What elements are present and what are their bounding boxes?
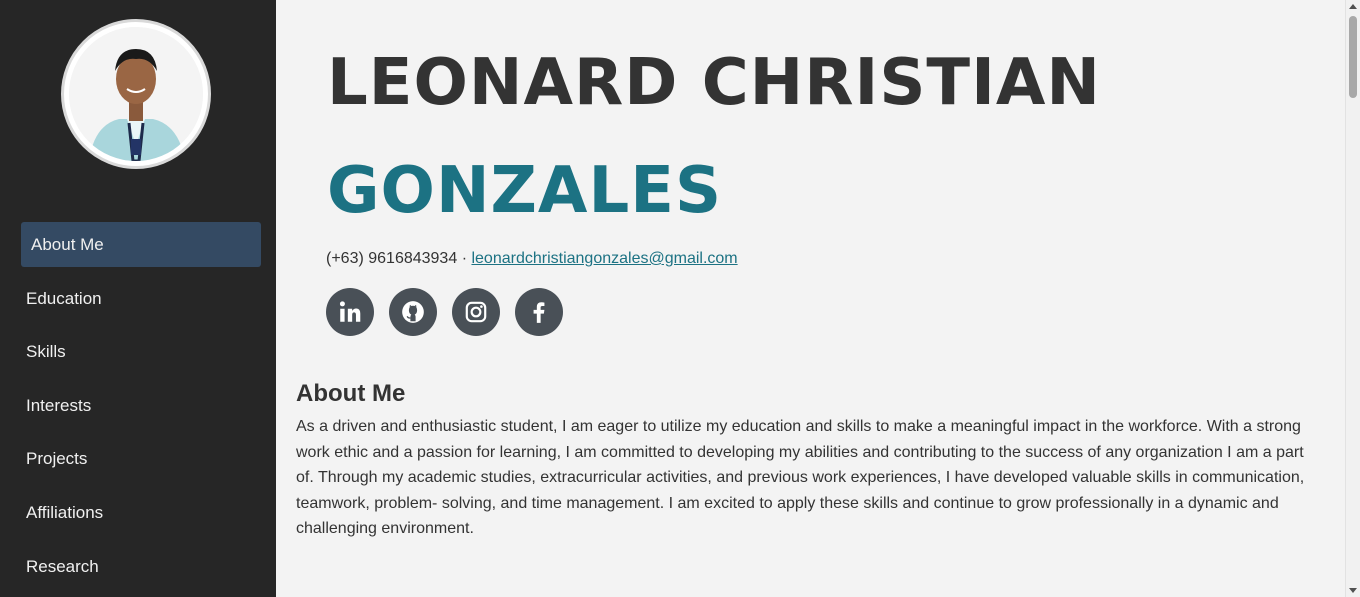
main-content: LEONARD CHRISTIAN GONZALES (+63) 9616843… xyxy=(276,0,1346,597)
sidebar-item-interests[interactable]: Interests xyxy=(21,383,261,428)
sidebar-item-label: Projects xyxy=(26,449,88,469)
profile-photo xyxy=(69,27,203,161)
scroll-down-icon[interactable] xyxy=(1349,588,1357,593)
linkedin-button[interactable] xyxy=(326,288,374,336)
sidebar-item-skills[interactable]: Skills xyxy=(21,329,261,374)
sidebar-item-label: About Me xyxy=(31,235,104,254)
github-icon xyxy=(402,301,424,323)
sidebar-item-education[interactable]: Education xyxy=(21,276,261,321)
sidebar-item-label: Education xyxy=(26,288,102,308)
last-name: GONZALES xyxy=(327,154,723,228)
email-link[interactable]: leonardchristiangonzales@gmail.com xyxy=(471,250,737,267)
avatar xyxy=(61,19,211,169)
sidebar: About Me Education Skills Interests Proj… xyxy=(0,0,276,597)
sidebar-item-about-me[interactable]: About Me xyxy=(21,222,261,267)
facebook-button[interactable] xyxy=(515,288,563,336)
about-heading: About Me xyxy=(296,380,406,407)
sidebar-item-label: Research xyxy=(26,556,99,576)
scroll-up-icon[interactable] xyxy=(1349,4,1357,9)
instagram-icon xyxy=(465,301,487,323)
linkedin-icon xyxy=(339,301,361,322)
sidebar-item-label: Interests xyxy=(26,395,92,415)
about-paragraph: As a driven and enthusiastic student, I … xyxy=(296,418,1305,538)
sidebar-item-research[interactable]: Research xyxy=(21,544,261,589)
facebook-icon xyxy=(533,302,545,323)
separator: · xyxy=(461,250,468,267)
scroll-thumb[interactable] xyxy=(1349,16,1357,98)
scrollbar[interactable] xyxy=(1345,0,1360,597)
sidebar-item-affiliations[interactable]: Affiliations xyxy=(21,490,261,535)
contact-line: (+63) 9616843934 · leonardchristiangonza… xyxy=(326,250,738,268)
sidebar-item-label: Skills xyxy=(26,342,66,362)
social-links xyxy=(326,288,563,336)
github-button[interactable] xyxy=(389,288,437,336)
first-name: LEONARD CHRISTIAN xyxy=(327,46,1101,120)
sidebar-nav: About Me Education Skills Interests Proj… xyxy=(21,222,261,597)
sidebar-item-projects[interactable]: Projects xyxy=(21,436,261,481)
phone-number: (+63) 9616843934 xyxy=(326,250,458,267)
instagram-button[interactable] xyxy=(452,288,500,336)
sidebar-item-label: Affiliations xyxy=(26,502,104,522)
